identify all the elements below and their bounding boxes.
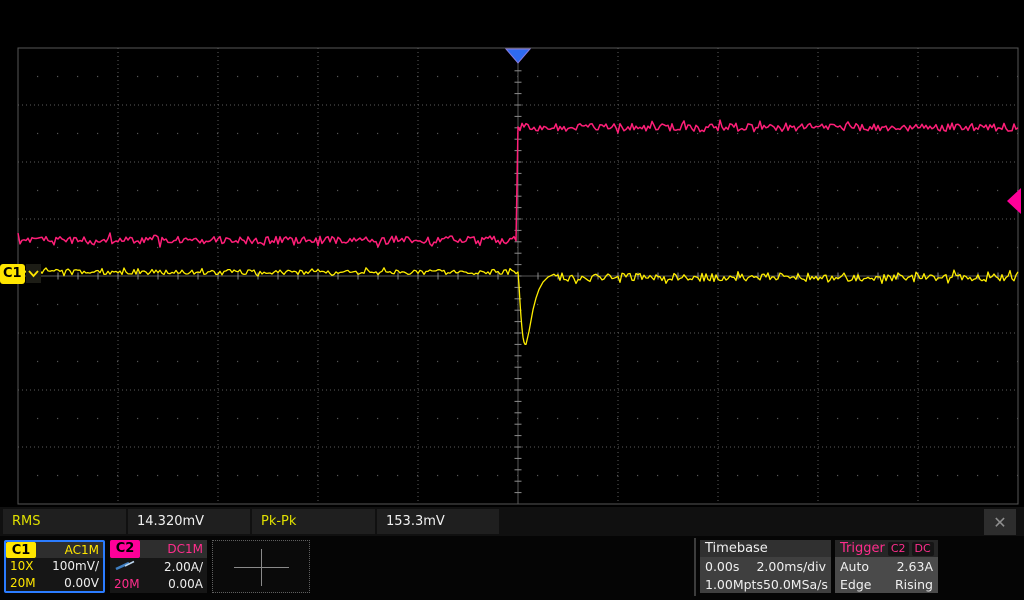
timebase-panel[interactable]: Timebase 0.00s 2.00ms/div 1.00Mpts 50.0M… — [700, 540, 831, 593]
oscilloscope-screen: C1 RMS 14.320mV Pk-Pk 153.3mV ✕ C1 AC1M … — [0, 0, 1024, 600]
trigger-type: Edge — [840, 577, 871, 592]
c1-coupling: AC1M — [36, 542, 103, 558]
trigger-title: Trigger — [840, 541, 885, 556]
trigger-mode: Auto — [840, 559, 869, 574]
c2-coupling: DC1M — [140, 540, 207, 558]
trigger-panel[interactable]: Trigger C2 DC Auto 2.63A Edge Rising — [835, 540, 938, 593]
dashboard-divider — [694, 538, 696, 596]
timebase-memory: 1.00Mpts — [705, 577, 763, 592]
c2-amps-per-div: 2.00A/ — [164, 560, 203, 574]
measurement-rms-value: 14.320mV — [128, 509, 250, 534]
c1-attenuation: 10X — [10, 559, 34, 573]
empty-channel-slot[interactable] — [212, 540, 310, 593]
measurement-pkpk-value: 153.3mV — [377, 509, 499, 534]
timebase-sample-rate: 50.0MSa/s — [763, 577, 828, 592]
trigger-position-marker[interactable] — [506, 49, 530, 63]
trigger-source-badge: C2 — [888, 542, 909, 556]
measurement-rms-label[interactable]: RMS — [3, 509, 126, 534]
timebase-title: Timebase — [700, 540, 831, 557]
c1-volts-per-div: 100mV/ — [52, 559, 99, 573]
channel-box-c1[interactable]: C1 AC1M 10X 100mV/ 20M 0.00V — [4, 540, 105, 593]
c2-badge: C2 — [110, 540, 140, 558]
c1-position-label: C1 — [0, 264, 25, 284]
measurement-close-button[interactable]: ✕ — [984, 509, 1016, 535]
current-clamp-icon — [114, 560, 136, 574]
measurement-bar: RMS 14.320mV Pk-Pk 153.3mV — [0, 507, 1024, 536]
timebase-scale: 2.00ms/div — [756, 559, 826, 574]
measurement-pkpk-label[interactable]: Pk-Pk — [252, 509, 375, 534]
timebase-delay: 0.00s — [705, 559, 739, 574]
c2-bandwidth: 20M — [114, 577, 140, 591]
c1-position-chevron-icon — [26, 264, 41, 283]
trigger-level-marker[interactable] — [1007, 188, 1021, 214]
trigger-slope: Rising — [895, 577, 933, 592]
bottom-dashboard: C1 AC1M 10X 100mV/ 20M 0.00V C2 DC1M 2.0 — [0, 536, 1024, 600]
close-icon: ✕ — [993, 513, 1006, 532]
c1-bandwidth: 20M — [10, 576, 36, 590]
trigger-coupling-badge: DC — [912, 542, 934, 556]
c2-offset: 0.00A — [168, 577, 203, 591]
c1-position-marker[interactable]: C1 — [0, 263, 41, 284]
trigger-level: 2.63A — [897, 559, 933, 574]
c1-badge: C1 — [6, 542, 36, 558]
channel-box-c2[interactable]: C2 DC1M 2.00A/ 20M 0.00A — [110, 540, 207, 593]
c1-offset: 0.00V — [64, 576, 99, 590]
